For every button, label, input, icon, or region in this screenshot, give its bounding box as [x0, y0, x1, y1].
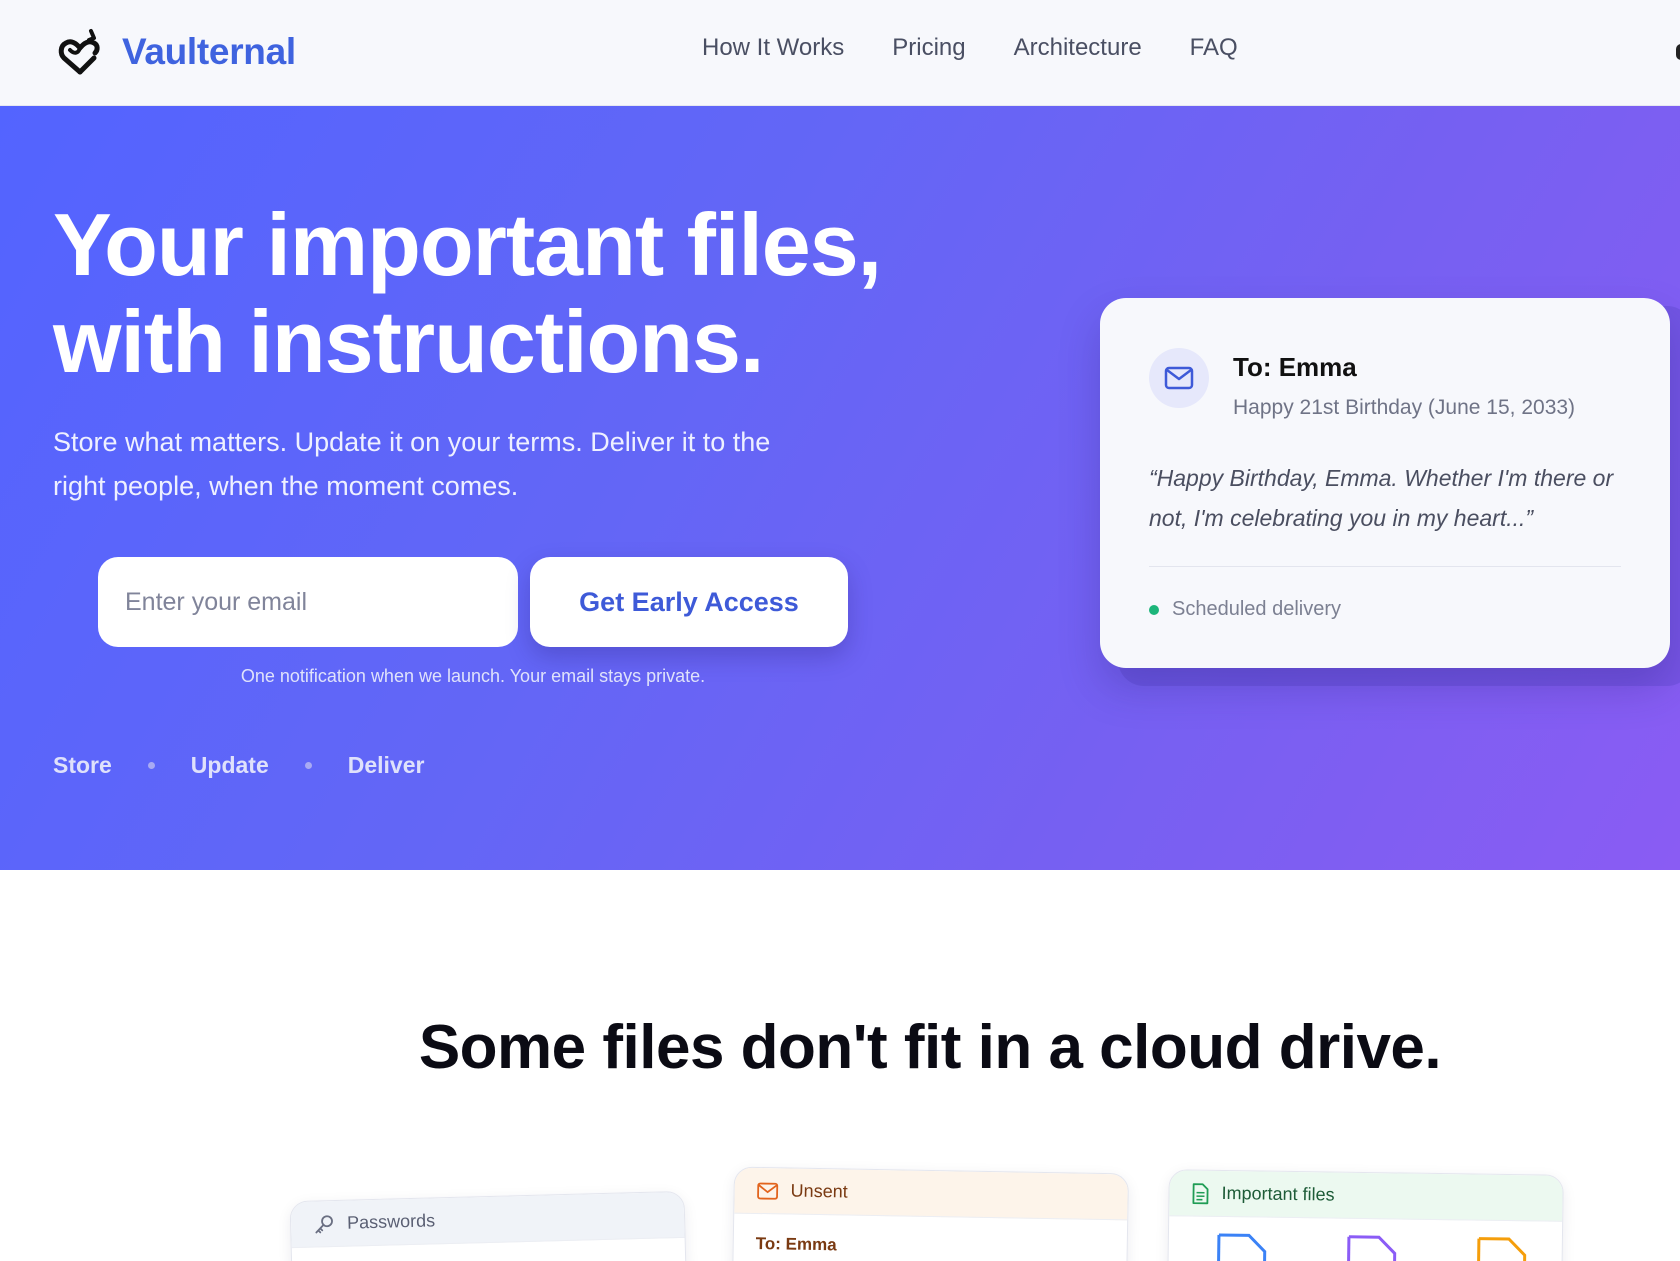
nav-how-it-works[interactable]: How It Works — [702, 34, 844, 62]
mail-icon — [1164, 366, 1194, 390]
step-separator-dot — [147, 762, 155, 769]
hero-title-line-2: with instructions. — [53, 292, 764, 391]
passwords-card-header: Passwords — [290, 1191, 685, 1249]
status-dot — [1149, 604, 1159, 615]
get-early-access-button[interactable]: Get Early Access — [530, 557, 848, 647]
unsent-card-recipient: To: Emma — [755, 1233, 837, 1255]
message-preview-card: To: Emma Happy 21st Birthday (June 15, 2… — [1100, 298, 1670, 668]
file-icon-blue — [1216, 1233, 1267, 1261]
unsent-card-header: Unsent — [734, 1167, 1128, 1221]
privacy-notice: One notification when we launch. Your em… — [240, 666, 706, 686]
section-title: Some files don't fit in a cloud drive. — [418, 1013, 1442, 1082]
site-header: Vaulternal How It Works Pricing Architec… — [0, 0, 1680, 106]
card-divider — [1149, 566, 1621, 567]
passwords-card-label: Passwords — [346, 1210, 436, 1233]
file-icon-purple — [1346, 1235, 1397, 1261]
nav-faq[interactable]: FAQ — [1190, 34, 1238, 62]
hero-title: Your important files, with instructions. — [53, 195, 882, 391]
step-separator-dot — [304, 762, 312, 769]
vault-logo-icon — [58, 29, 100, 75]
step-store: Store — [53, 752, 112, 778]
card-quote: “Happy Birthday, Emma. Whether I'm there… — [1149, 465, 1614, 531]
main-nav: How It Works Pricing Architecture FAQ — [702, 34, 1238, 62]
step-deliver: Deliver — [347, 752, 425, 778]
step-update: Update — [190, 752, 269, 778]
card-icon-circle — [1149, 348, 1209, 408]
header-cutoff-element — [1676, 44, 1680, 60]
nav-architecture[interactable]: Architecture — [1014, 34, 1142, 62]
important-files-card-label: Important files — [1221, 1182, 1335, 1205]
unsent-card: Unsent To: Emma — [731, 1166, 1130, 1261]
important-files-card-header: Important files — [1169, 1170, 1563, 1222]
card-recipient: To: Emma — [1233, 352, 1357, 382]
card-occasion: Happy 21st Birthday (June 15, 2033) — [1233, 396, 1576, 419]
brand-logo[interactable]: Vaulternal — [58, 28, 296, 76]
important-files-card: Important files — [1167, 1169, 1564, 1261]
passwords-card: Passwords — [289, 1190, 688, 1261]
hero-section: Your important files, with instructions.… — [0, 106, 1680, 870]
nav-pricing[interactable]: Pricing — [892, 34, 965, 62]
steps-list: Store Update Deliver — [53, 752, 424, 779]
mail-icon — [757, 1182, 779, 1200]
document-icon — [1192, 1182, 1209, 1204]
email-input[interactable] — [98, 557, 518, 647]
card-status: Scheduled delivery — [1149, 598, 1341, 621]
hero-title-line-1: Your important files, — [53, 195, 882, 294]
hero-subtitle: Store what matters. Update it on your te… — [53, 427, 771, 501]
file-icon-orange — [1476, 1237, 1527, 1261]
unsent-card-label: Unsent — [790, 1180, 848, 1202]
brand-name: Vaulternal — [122, 31, 296, 72]
key-icon — [315, 1214, 333, 1233]
file-icons-row — [1168, 1216, 1562, 1261]
status-text: Scheduled delivery — [1172, 598, 1341, 620]
